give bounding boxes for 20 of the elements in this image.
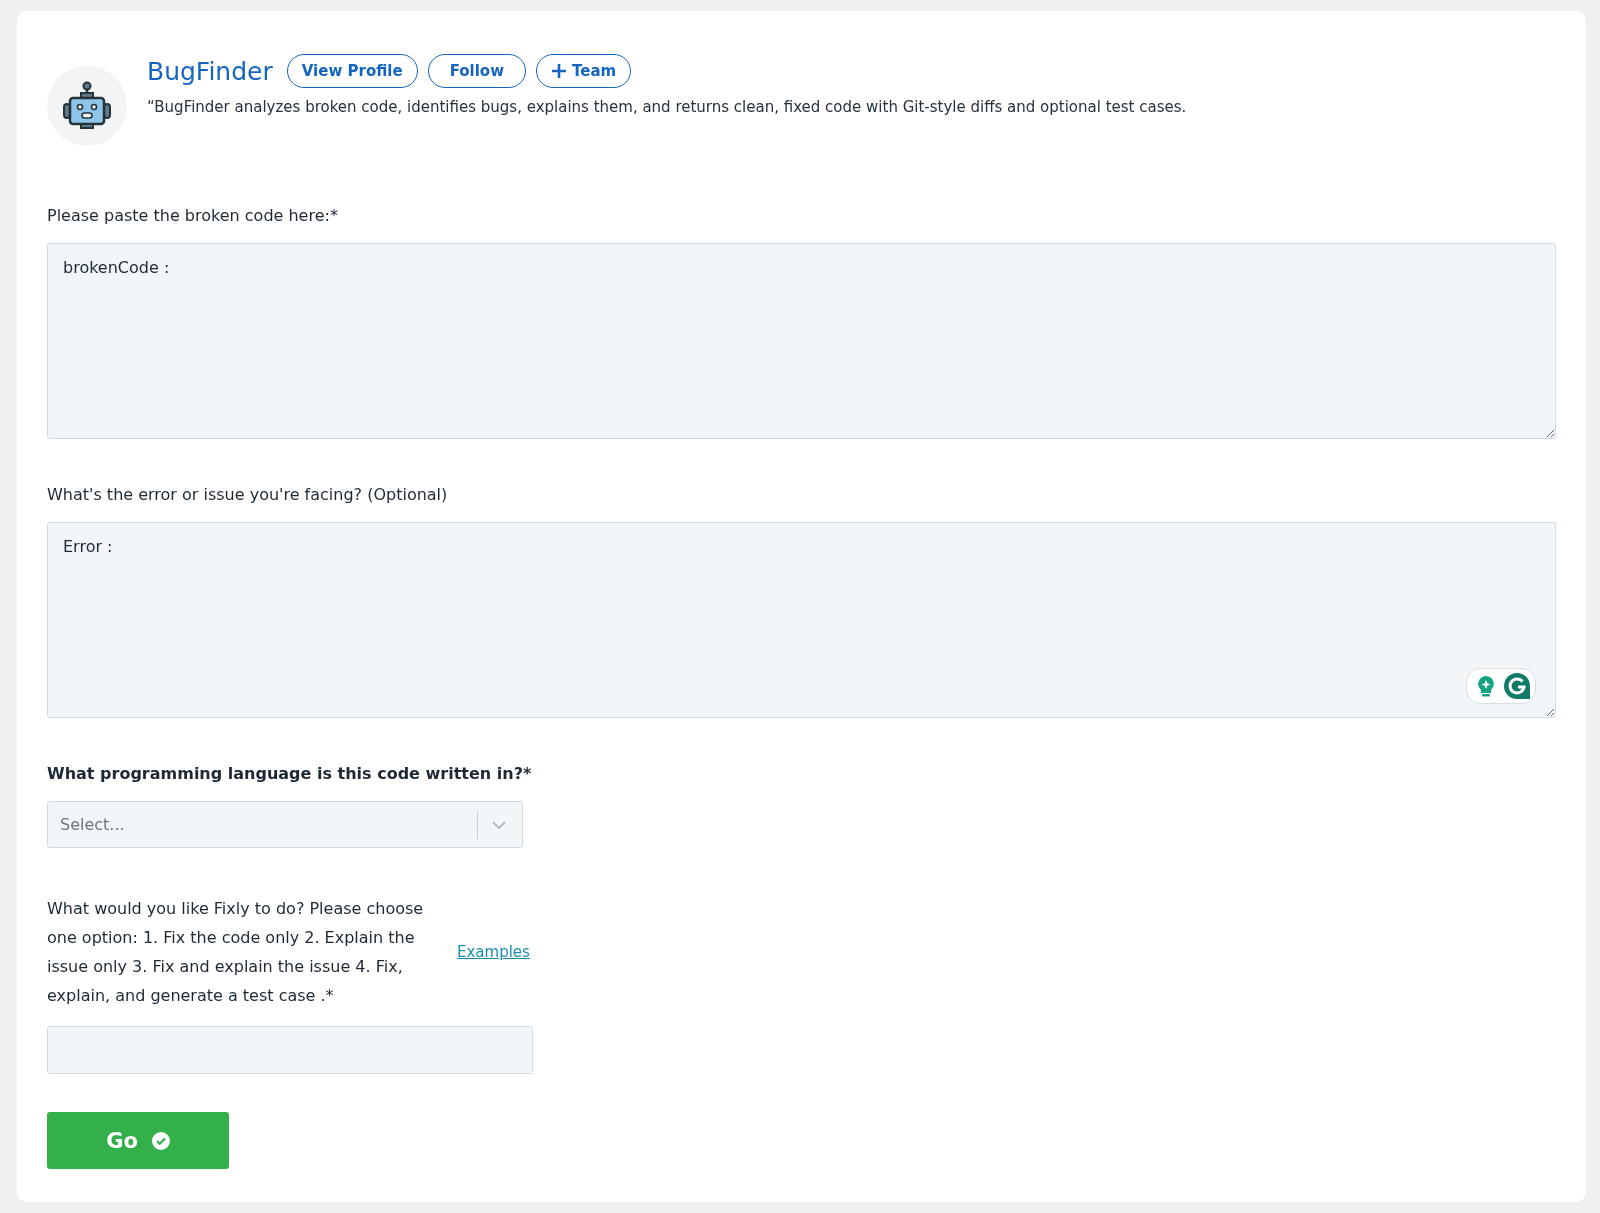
plus-icon <box>551 63 567 79</box>
add-team-button[interactable]: Team <box>536 54 632 88</box>
language-dropdown[interactable]: Select... <box>47 801 523 848</box>
field-label: What's the error or issue you're facing? (Optional) <box>47 485 449 504</box>
bot-name: BugFinder <box>147 56 273 86</box>
field-label: Please paste the broken code here:* <box>47 206 339 225</box>
profile-action-button[interactable]: View Profile <box>286 54 418 88</box>
text-area[interactable]: brokenCode : <box>47 243 1556 439</box>
text-area[interactable]: Error : <box>47 522 1556 718</box>
chevron-down-icon <box>492 820 506 829</box>
field-label: What would you like Fixly to do? Please choose one option: 1. Fix the code only 2. Explain the issue only 3. Fix and explain the issue 4. Fix, explain, and generate a test case .* <box>47 898 425 1007</box>
profile-action-button[interactable]: Follow <box>427 54 526 88</box>
field-label: What programming language is this code written in?* <box>47 764 533 783</box>
writing-assistant-widget[interactable] <box>1466 668 1536 704</box>
g-logo-icon <box>1503 672 1531 700</box>
examples-link[interactable]: Examples <box>457 943 530 961</box>
bot-description: “BugFinder analyzes broken code, identifies bugs, explains them, and returns clean, fixed code with Git-style diffs and optional test cases. <box>147 98 1187 116</box>
lightbulb-icon <box>1477 675 1495 697</box>
check-circle-icon <box>151 1131 170 1150</box>
input-field[interactable] <box>47 1026 533 1074</box>
